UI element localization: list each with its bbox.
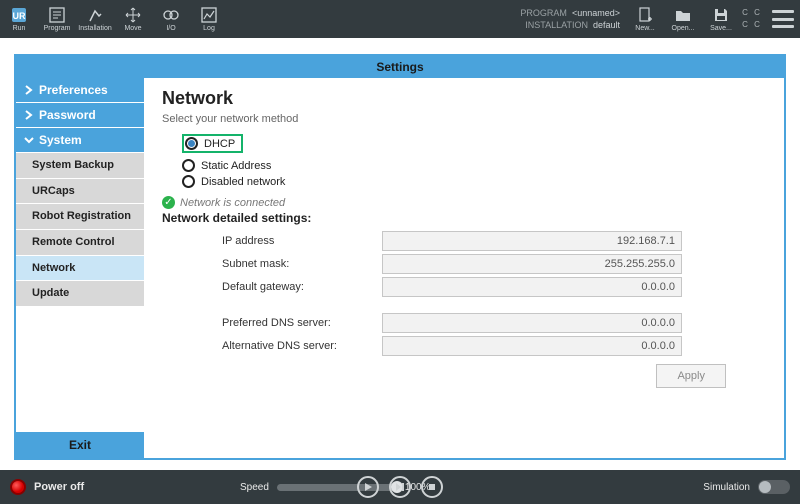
sidebar-sub-network[interactable]: Network: [16, 256, 144, 282]
field-dns1: Preferred DNS server:: [222, 313, 766, 333]
record-icon[interactable]: [10, 479, 26, 495]
nav-move[interactable]: Move: [114, 0, 152, 38]
field-dns2: Alternative DNS server:: [222, 336, 766, 356]
move-icon: [124, 6, 142, 24]
detailed-heading: Network detailed settings:: [162, 211, 766, 225]
chevron-right-icon: [24, 85, 34, 95]
log-icon: [200, 6, 218, 24]
nav-installation[interactable]: Installation: [76, 0, 114, 38]
topbar: UR Run Program Installation Move I/O Log…: [0, 0, 800, 38]
nav-log[interactable]: Log: [190, 0, 228, 38]
check-icon: ✓: [162, 196, 175, 209]
stop-button[interactable]: [421, 476, 443, 498]
program-info: PROGRAM <unnamed> INSTALLATION default: [520, 7, 620, 31]
input-subnet[interactable]: [382, 254, 682, 274]
radio-icon: [182, 175, 195, 188]
network-status: ✓ Network is connected: [162, 196, 766, 209]
io-icon: [162, 6, 180, 24]
radio-disabled[interactable]: Disabled network: [182, 175, 766, 188]
apply-button[interactable]: Apply: [656, 364, 726, 388]
file-open[interactable]: Open...: [664, 0, 702, 38]
play-button[interactable]: [357, 476, 379, 498]
nav-program[interactable]: Program: [38, 0, 76, 38]
file-new[interactable]: New...: [626, 0, 664, 38]
panel-title: Settings: [16, 56, 784, 78]
radio-label: Disabled network: [201, 176, 285, 188]
settings-sidebar: Preferences Password System System Backu…: [16, 78, 144, 458]
bottombar: Power off Speed 100% Simulation: [0, 470, 800, 504]
sidebar-sub-urcaps[interactable]: URCaps: [16, 179, 144, 205]
simulation-toggle[interactable]: [758, 480, 790, 494]
power-label: Power off: [34, 481, 84, 493]
speed-label: Speed: [240, 482, 269, 493]
radio-label: DHCP: [204, 138, 235, 150]
save-icon: [712, 6, 730, 24]
logo-ur: UR Run: [0, 0, 38, 38]
sidebar-sub-update[interactable]: Update: [16, 281, 144, 307]
settings-content: Network Select your network method DHCP …: [144, 78, 784, 458]
nav-io[interactable]: I/O: [152, 0, 190, 38]
chevron-down-icon: [24, 135, 34, 145]
field-gateway: Default gateway:: [222, 277, 766, 297]
radio-icon: [182, 159, 195, 172]
simulation-toggle-wrap: Simulation: [703, 480, 790, 494]
input-dns1[interactable]: [382, 313, 682, 333]
installation-icon: [86, 6, 104, 24]
open-icon: [674, 6, 692, 24]
file-save[interactable]: Save...: [702, 0, 740, 38]
input-dns2[interactable]: [382, 336, 682, 356]
play-controls: [357, 476, 443, 498]
field-ip: IP address: [222, 231, 766, 251]
sidebar-item-preferences[interactable]: Preferences: [16, 78, 144, 103]
field-subnet: Subnet mask:: [222, 254, 766, 274]
new-icon: [636, 6, 654, 24]
svg-text:UR: UR: [13, 11, 26, 21]
radio-label: Static Address: [201, 160, 271, 172]
sidebar-sub-backup[interactable]: System Backup: [16, 153, 144, 179]
sidebar-item-system[interactable]: System: [16, 128, 144, 153]
input-ip[interactable]: [382, 231, 682, 251]
hamburger-menu-icon[interactable]: [772, 10, 794, 28]
input-gateway[interactable]: [382, 277, 682, 297]
sidebar-sub-robot-registration[interactable]: Robot Registration: [16, 204, 144, 230]
page-subtext: Select your network method: [162, 113, 766, 125]
radio-icon: [185, 137, 198, 150]
settings-panel: Settings Preferences Password System Sys…: [14, 54, 786, 460]
step-button[interactable]: [389, 476, 411, 498]
page-title: Network: [162, 88, 766, 109]
radio-dhcp[interactable]: DHCP: [182, 134, 243, 153]
sidebar-sub-remote-control[interactable]: Remote Control: [16, 230, 144, 256]
main-area: Settings Preferences Password System Sys…: [0, 38, 800, 470]
cc-grid-icon[interactable]: CCCC: [740, 8, 762, 30]
sidebar-exit[interactable]: Exit: [16, 432, 144, 458]
program-icon: [48, 6, 66, 24]
simulation-label: Simulation: [703, 482, 750, 493]
sidebar-item-password[interactable]: Password: [16, 103, 144, 128]
radio-static[interactable]: Static Address: [182, 159, 766, 172]
chevron-right-icon: [24, 110, 34, 120]
